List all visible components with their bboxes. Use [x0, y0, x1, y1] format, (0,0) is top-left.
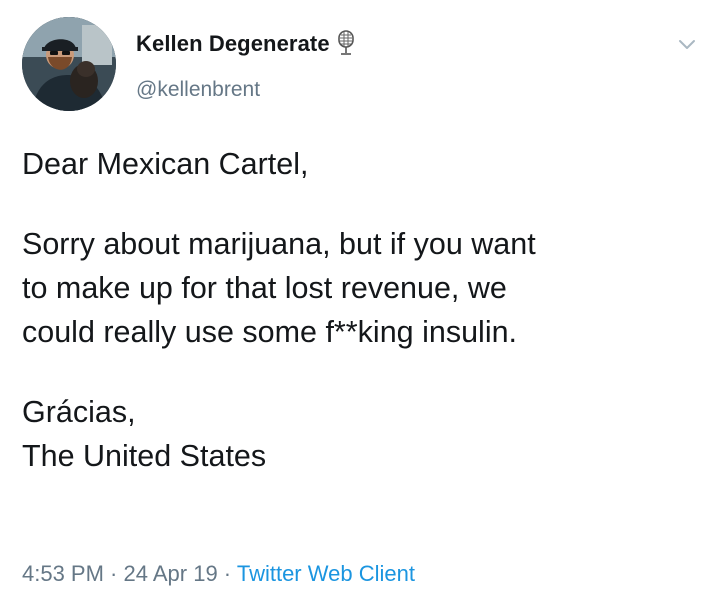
microphone-icon — [335, 30, 357, 58]
tweet-signoff: Grácias, — [22, 395, 136, 429]
tweet-text: Dear Mexican Cartel, Sorry about marijua… — [22, 142, 702, 478]
avatar[interactable] — [22, 17, 116, 111]
tweet-metadata: 4:53 PM · 24 Apr 19 · Twitter Web Client — [22, 561, 415, 587]
tweet-time[interactable]: 4:53 PM — [22, 561, 104, 586]
tweet-date[interactable]: 24 Apr 19 — [124, 561, 218, 586]
author-name-row: Kellen Degenerate — [136, 30, 357, 58]
tweet-body-line: Sorry about marijuana, but if you want — [22, 227, 536, 261]
avatar-photo — [22, 17, 116, 111]
chevron-down-icon[interactable] — [676, 36, 698, 52]
meta-separator: · — [217, 561, 237, 586]
tweet-body-line: could really use some f**king insulin. — [22, 315, 518, 349]
display-name[interactable]: Kellen Degenerate — [136, 31, 330, 57]
meta-separator: · — [103, 561, 124, 586]
tweet-client-link[interactable]: Twitter Web Client — [237, 561, 415, 586]
tweet-greeting: Dear Mexican Cartel, — [22, 147, 309, 181]
user-handle[interactable]: @kellenbrent — [136, 78, 260, 102]
tweet-body-line: to make up for that lost revenue, we — [22, 271, 507, 305]
tweet-card: Kellen Degenerate @kellenbrent Dear Mexi… — [0, 0, 720, 614]
tweet-signature: The United States — [22, 439, 267, 473]
